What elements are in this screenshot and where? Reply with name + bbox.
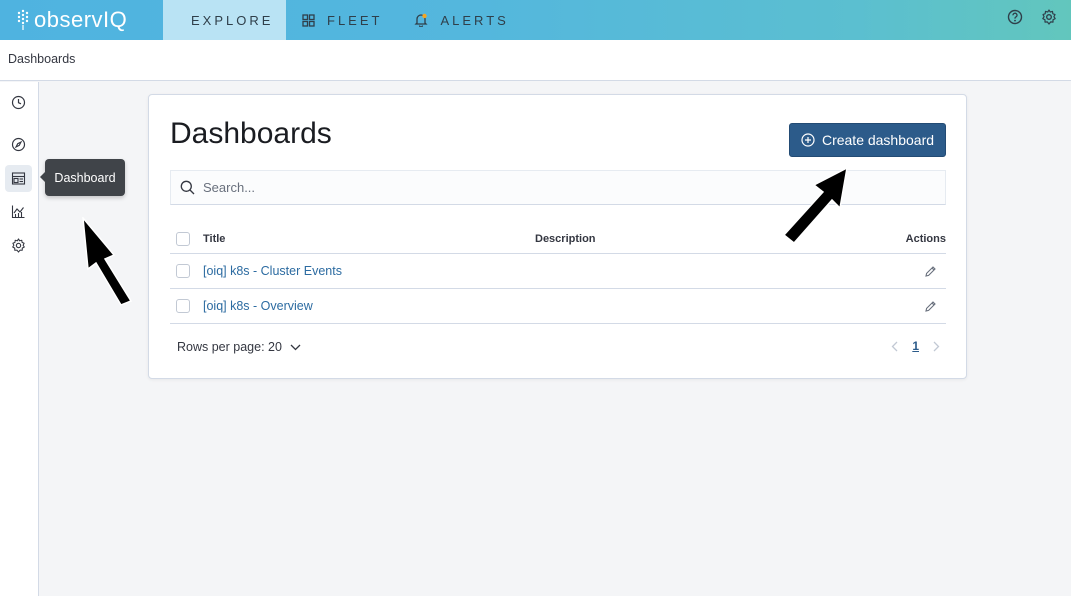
edit-pencil-icon[interactable] (924, 265, 937, 278)
bell-icon (414, 13, 429, 27)
dashboard-icon (11, 172, 26, 185)
gear-icon[interactable] (1041, 9, 1057, 25)
plus-circle-icon (801, 133, 815, 147)
annotation-arrow-right (782, 166, 848, 245)
breadcrumb-item-dashboards[interactable]: Dashboards (8, 52, 75, 66)
breadcrumb: Dashboards (0, 40, 1071, 81)
sidenav-item-dashboard[interactable] (5, 165, 32, 192)
page-number[interactable]: 1 (912, 339, 919, 353)
nav-alerts-label: ALERTS (440, 12, 509, 28)
search-icon (180, 180, 195, 195)
side-nav (0, 82, 39, 596)
visualize-icon (11, 205, 25, 219)
column-header-actions: Actions (905, 233, 946, 245)
row-checkbox[interactable] (176, 264, 190, 278)
top-bar: observIQ EXPLORE FLEET ALERTS (0, 0, 1071, 40)
select-all-checkbox[interactable] (176, 232, 190, 246)
sidenav-item-settings[interactable] (5, 232, 32, 259)
sidenav-item-visualize[interactable] (5, 198, 32, 225)
chevron-left-icon[interactable] (891, 341, 898, 352)
table-row: [oiq] k8s - Cluster Events (170, 254, 946, 289)
dashboard-link[interactable]: [oiq] k8s - Overview (203, 299, 313, 313)
settings-icon (12, 238, 25, 253)
logo-mark-icon (17, 9, 29, 30)
nav-alerts[interactable]: ALERTS (398, 0, 524, 40)
grid-icon (302, 13, 315, 27)
nav-fleet-label: FLEET (327, 12, 383, 28)
logo-text: observIQ (34, 7, 128, 32)
chevron-right-icon[interactable] (933, 341, 940, 352)
rows-per-page-selector[interactable]: Rows per page: 20 (177, 340, 301, 354)
sidenav-item-discover[interactable] (5, 131, 32, 158)
logo[interactable]: observIQ (0, 0, 163, 40)
pagination: 1 (891, 339, 940, 353)
rows-per-page-label: Rows per page: 20 (177, 340, 282, 354)
annotation-arrow-left (82, 217, 133, 306)
page-title: Dashboards (170, 117, 332, 150)
dashboard-tooltip: Dashboard (40, 159, 125, 196)
clock-icon (11, 95, 26, 110)
column-header-description: Description (535, 233, 596, 245)
nav-fleet[interactable]: FLEET (286, 0, 398, 40)
create-dashboard-button[interactable]: Create dashboard (789, 123, 946, 157)
tooltip-text: Dashboard (54, 170, 116, 185)
create-dashboard-label: Create dashboard (821, 132, 935, 148)
nav-explore[interactable]: EXPLORE (163, 0, 286, 40)
dashboard-link[interactable]: [oiq] k8s - Cluster Events (203, 264, 342, 278)
help-icon[interactable] (1007, 9, 1023, 25)
column-header-title[interactable]: Title (203, 233, 225, 245)
nav-explore-label: EXPLORE (191, 12, 274, 28)
compass-icon (11, 137, 26, 152)
chevron-down-icon (290, 344, 301, 350)
edit-pencil-icon[interactable] (924, 300, 937, 313)
row-checkbox[interactable] (176, 299, 190, 313)
sidenav-item-recent[interactable] (5, 89, 32, 116)
table-row: [oiq] k8s - Overview (170, 289, 946, 324)
